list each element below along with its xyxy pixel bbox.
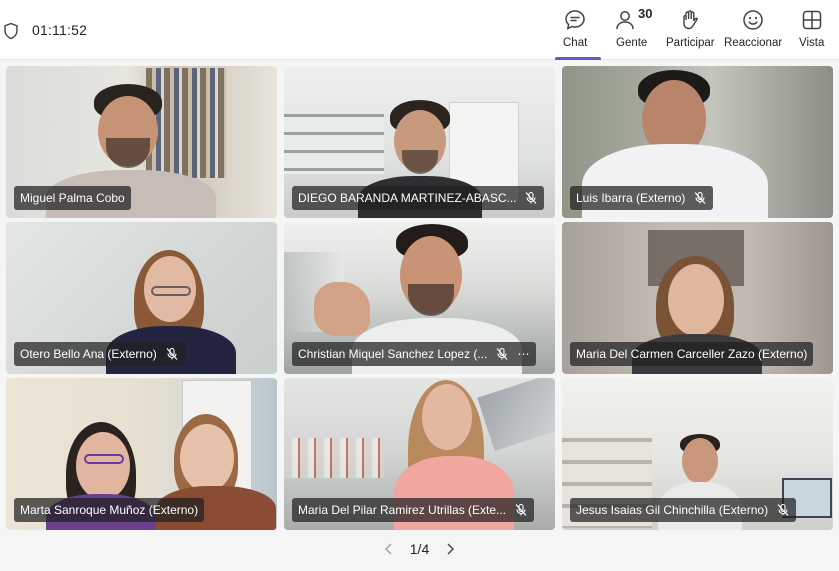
video-tile[interactable]: DIEGO BARANDA MARTINEZ-ABASC... bbox=[284, 66, 555, 218]
participant-name: DIEGO BARANDA MARTINEZ-ABASC... bbox=[298, 191, 517, 205]
participant-name-tag: Miguel Palma Cobo bbox=[14, 186, 131, 210]
participant-name: Jesus Isaias Gil Chinchilla (Externo) bbox=[576, 503, 769, 517]
participant-name: Maria Del Carmen Carceller Zazo (Externo… bbox=[576, 347, 808, 361]
video-tile[interactable]: Maria Del Pilar Ramirez Utrillas (Exte..… bbox=[284, 378, 555, 530]
mic-muted-icon bbox=[777, 503, 789, 516]
raise-hand-icon bbox=[683, 10, 699, 30]
participant-name-tag: Christian Miquel Sanchez Lopez (... ⋯ bbox=[292, 342, 537, 366]
participant-name-tag: Luis Ibarra (Externo) bbox=[570, 186, 714, 210]
participant-name-tag: Otero Bello Ana (Externo) bbox=[14, 342, 185, 366]
gallery-pager: 1/4 bbox=[0, 538, 839, 560]
people-label: Gente bbox=[616, 37, 648, 49]
participate-button[interactable]: Participar bbox=[666, 8, 715, 58]
mic-muted-icon bbox=[526, 191, 537, 204]
smiley-icon bbox=[743, 10, 763, 30]
mic-muted-icon bbox=[694, 191, 706, 204]
view-label: Vista bbox=[799, 37, 825, 49]
meeting-timer: 01:11:52 bbox=[32, 22, 88, 38]
chat-icon bbox=[565, 10, 585, 30]
participate-label: Participar bbox=[666, 37, 715, 49]
participant-name: Maria Del Pilar Ramirez Utrillas (Exte..… bbox=[298, 503, 507, 517]
participant-name-tag: Marta Sanroque Muñoz (Externo) bbox=[14, 498, 205, 522]
more-options-icon[interactable]: ⋯ bbox=[517, 347, 530, 361]
video-tile[interactable]: Marta Sanroque Muñoz (Externo) bbox=[6, 378, 277, 530]
chevron-left-icon[interactable] bbox=[382, 542, 396, 556]
video-tile[interactable]: Luis Ibarra (Externo) bbox=[562, 66, 833, 218]
mic-muted-icon bbox=[515, 503, 527, 516]
view-button[interactable]: Vista bbox=[799, 8, 824, 58]
participant-name: Otero Bello Ana (Externo) bbox=[20, 347, 157, 361]
participant-name-tag: DIEGO BARANDA MARTINEZ-ABASC... bbox=[292, 186, 545, 210]
video-tile[interactable]: Jesus Isaias Gil Chinchilla (Externo) bbox=[562, 378, 833, 530]
participant-name: Miguel Palma Cobo bbox=[20, 191, 125, 205]
chevron-right-icon[interactable] bbox=[443, 542, 457, 556]
participant-name: Marta Sanroque Muñoz (Externo) bbox=[20, 503, 199, 517]
chat-label: Chat bbox=[563, 37, 588, 49]
mic-muted-icon bbox=[166, 347, 178, 360]
people-icon bbox=[615, 11, 634, 30]
mic-muted-icon bbox=[496, 347, 508, 360]
participant-name-tag: Maria Del Carmen Carceller Zazo (Externo… bbox=[570, 342, 814, 366]
participant-name-tag: Maria Del Pilar Ramirez Utrillas (Exte..… bbox=[292, 498, 535, 522]
active-tab-indicator bbox=[555, 57, 601, 60]
participant-name: Christian Miquel Sanchez Lopez (... bbox=[298, 347, 488, 361]
react-label: Reaccionar bbox=[724, 37, 783, 49]
participant-name: Luis Ibarra (Externo) bbox=[576, 191, 686, 205]
grid-view-icon bbox=[802, 10, 821, 30]
video-tile[interactable]: Otero Bello Ana (Externo) bbox=[6, 222, 277, 374]
people-count: 30 bbox=[638, 6, 653, 21]
shield-icon bbox=[4, 22, 18, 40]
video-tile[interactable]: Christian Miquel Sanchez Lopez (... ⋯ bbox=[284, 222, 555, 374]
react-button[interactable]: Reaccionar bbox=[724, 8, 782, 58]
video-tile[interactable]: Maria Del Carmen Carceller Zazo (Externo… bbox=[562, 222, 833, 374]
participant-name-tag: Jesus Isaias Gil Chinchilla (Externo) bbox=[570, 498, 797, 522]
meeting-toolbar: 01:11:52 Chat Gente 30 Participar Reacci… bbox=[0, 0, 839, 60]
page-indicator: 1/4 bbox=[409, 541, 430, 557]
chat-button[interactable]: Chat bbox=[563, 8, 587, 58]
video-tile[interactable]: Miguel Palma Cobo bbox=[6, 66, 277, 218]
